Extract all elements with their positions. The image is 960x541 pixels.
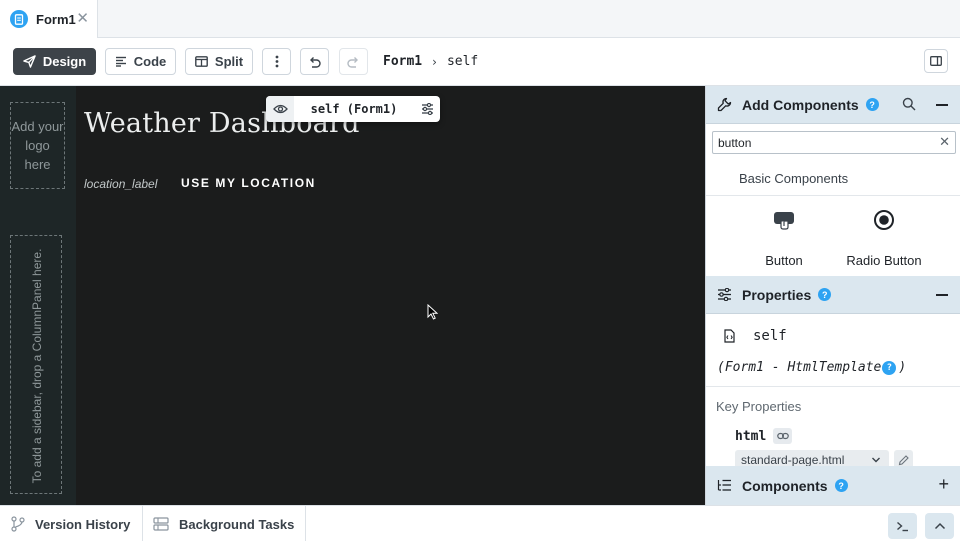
radio-button-icon: [829, 204, 939, 236]
mouse-cursor-icon: [427, 304, 438, 320]
split-button[interactable]: Split: [185, 48, 253, 75]
tune-icon[interactable]: [414, 96, 440, 122]
redo-icon: [347, 56, 358, 68]
breadcrumb: Form1 › self: [383, 48, 478, 75]
form-file-icon: [10, 10, 28, 28]
code-label: Code: [133, 54, 167, 69]
more-vertical-icon: [275, 55, 278, 68]
properties-header[interactable]: Properties ?: [706, 276, 960, 314]
breadcrumb-separator: ›: [432, 54, 437, 69]
help-icon[interactable]: ?: [882, 360, 897, 375]
eye-icon[interactable]: [266, 96, 294, 122]
collapse-icon[interactable]: [936, 294, 948, 296]
breadcrumb-self[interactable]: self: [447, 54, 478, 69]
selected-component-row: self: [724, 328, 787, 344]
tab-bar: Form1 ✕: [0, 0, 960, 38]
tree-list-icon: [717, 479, 731, 491]
button-icon: [729, 204, 839, 236]
git-branch-icon: [11, 516, 25, 532]
send-icon: [23, 55, 36, 68]
chevron-up-icon: [934, 522, 945, 530]
help-icon[interactable]: ?: [865, 98, 879, 111]
components-title: Components: [742, 477, 828, 494]
split-view-icon: [195, 56, 208, 67]
divider: [706, 386, 960, 387]
selection-toolbar: self (Form1): [266, 96, 440, 122]
link-icon[interactable]: [773, 428, 793, 444]
wrench-icon: [717, 97, 732, 112]
version-history-tab[interactable]: Version History: [0, 506, 143, 541]
more-options-button[interactable]: [262, 48, 291, 75]
undo-button[interactable]: [300, 48, 329, 75]
use-my-location-button[interactable]: USE MY LOCATION: [181, 176, 316, 190]
component-type-close: ): [898, 360, 907, 375]
tab-label: Form1: [36, 11, 76, 27]
terminal-icon: [897, 521, 908, 531]
expand-panel-button[interactable]: [925, 513, 954, 539]
bottom-bar: Version History Background Tasks: [0, 505, 960, 541]
sidebar-toggle-icon: [930, 56, 942, 66]
component-radio-button[interactable]: Radio Button: [829, 204, 939, 270]
sidebar-drop-zone[interactable]: To add a sidebar, drop a ColumnPanel her…: [10, 235, 62, 494]
tab-form1[interactable]: Form1 ✕: [0, 0, 98, 38]
add-icon[interactable]: +: [938, 475, 949, 493]
location-label[interactable]: location_label: [84, 177, 157, 191]
component-search-input[interactable]: [713, 132, 933, 153]
design-button[interactable]: Design: [13, 48, 96, 75]
redo-button[interactable]: [339, 48, 368, 75]
add-components-header[interactable]: Add Components ?: [706, 86, 960, 124]
breadcrumb-form[interactable]: Form1: [383, 54, 422, 69]
component-radio-button-label: Radio Button: [846, 253, 922, 268]
right-panel: Add Components ? ✕ Basic Components Butt…: [705, 86, 960, 505]
version-history-label: Version History: [35, 516, 131, 532]
design-canvas[interactable]: Add your logo here To add a sidebar, dro…: [0, 86, 705, 505]
html-property-label: html: [735, 428, 767, 444]
help-icon[interactable]: ?: [834, 479, 848, 492]
html-template-value: standard-page.html: [741, 453, 845, 467]
design-label: Design: [42, 54, 87, 69]
selected-component-name: self: [753, 328, 787, 344]
search-icon[interactable]: [902, 97, 916, 111]
code-file-icon: [724, 329, 735, 343]
components-header[interactable]: Components ? +: [706, 466, 960, 505]
pencil-icon: [898, 454, 909, 465]
undo-icon: [310, 56, 321, 68]
collapse-icon[interactable]: [936, 104, 948, 106]
clear-search-icon[interactable]: ✕: [939, 134, 950, 150]
component-search[interactable]: ✕: [712, 131, 956, 154]
split-label: Split: [214, 54, 244, 69]
app-window: Form1 ✕ Design Code Split Form1 › self A…: [0, 0, 960, 541]
sidebar-placeholder-text: To add a sidebar, drop a ColumnPanel her…: [30, 248, 44, 484]
add-components-title: Add Components: [742, 96, 859, 113]
logo-placeholder[interactable]: Add your logo here: [10, 102, 65, 189]
toolbar: Design Code Split Form1 › self: [0, 38, 960, 86]
terminal-button[interactable]: [888, 513, 917, 539]
component-type: (Form1 - HtmlTemplate ? ): [717, 360, 906, 375]
component-type-text: (Form1 - HtmlTemplate: [717, 360, 882, 375]
background-tasks-tab[interactable]: Background Tasks: [143, 506, 306, 541]
selected-component-label[interactable]: self (Form1): [294, 102, 414, 116]
html-property: html: [735, 428, 793, 444]
properties-title: Properties: [742, 286, 812, 303]
divider: [706, 195, 960, 196]
key-properties-heading: Key Properties: [716, 399, 802, 414]
code-button[interactable]: Code: [105, 48, 176, 75]
left-nav-strip: Add your logo here To add a sidebar, dro…: [0, 86, 76, 505]
help-icon[interactable]: ?: [818, 288, 832, 301]
component-button-label: Button: [765, 253, 803, 268]
sliders-icon: [718, 288, 731, 301]
component-button[interactable]: Button: [729, 204, 839, 270]
toggle-panel-button[interactable]: [924, 49, 948, 73]
text-lines-icon: [115, 56, 126, 67]
background-tasks-label: Background Tasks: [179, 516, 295, 532]
server-icon: [153, 517, 169, 531]
close-icon[interactable]: ✕: [76, 10, 89, 28]
basic-components-heading: Basic Components: [739, 171, 849, 186]
